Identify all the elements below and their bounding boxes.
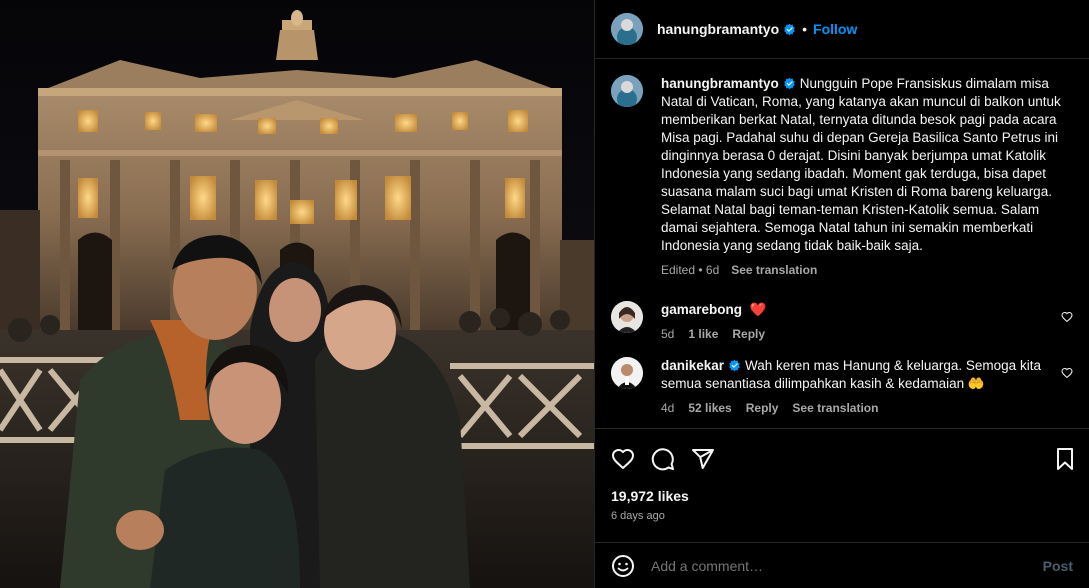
comment-icon[interactable]	[651, 447, 675, 471]
heart-icon[interactable]	[611, 447, 635, 471]
verified-badge-icon	[784, 23, 795, 35]
comment-meta: 4d 52 likes Reply See translation	[661, 401, 1049, 415]
verified-badge-icon	[729, 359, 740, 372]
reply-button[interactable]: Reply	[732, 327, 765, 341]
caption-username[interactable]: hanungbramantyo	[661, 76, 779, 91]
likes-count[interactable]: 19,972 likes	[595, 488, 1089, 508]
verified-badge-icon	[784, 77, 795, 90]
post-header: hanungbramantyo • Follow	[595, 0, 1089, 59]
caption-avatar[interactable]	[611, 75, 643, 107]
post-caption: hanungbramantyo Nungguin Pope Fransiskus …	[611, 75, 1073, 277]
emoji-icon[interactable]	[611, 554, 635, 578]
post-date[interactable]: 6 days ago	[595, 510, 1089, 526]
see-translation-button[interactable]: See translation	[792, 401, 878, 415]
comment-like-heart-icon[interactable]	[1061, 367, 1073, 379]
comment-text: ❤️	[749, 302, 767, 317]
comment-input[interactable]	[651, 557, 1043, 574]
caption-time: Edited • 6d	[661, 263, 720, 277]
comment-item: danikekar Wah keren mas Hanung & keluarga…	[611, 357, 1073, 415]
post-photo[interactable]	[0, 0, 594, 588]
post-side-panel: hanungbramantyo • Follow hanungbramantyo…	[594, 0, 1089, 588]
post-comment-button[interactable]: Post	[1043, 558, 1073, 574]
comment-meta: 5d 1 like Reply	[661, 327, 1049, 341]
caption-body: Nungguin Pope Fransiskus dimalam misa Na…	[661, 76, 1061, 253]
comment-time: 5d	[661, 327, 675, 341]
comment-likes[interactable]: 1 like	[688, 327, 718, 341]
comment-item: gamarebong ❤️ 5d 1 like Reply	[611, 301, 1073, 341]
instagram-post-modal: hanungbramantyo • Follow hanungbramantyo…	[0, 0, 1089, 588]
comment-like-heart-icon[interactable]	[1061, 311, 1073, 323]
share-icon[interactable]	[691, 447, 715, 471]
bookmark-icon[interactable]	[1053, 447, 1077, 471]
caption-text: hanungbramantyo Nungguin Pope Fransiskus …	[661, 75, 1073, 255]
commenter-avatar[interactable]	[611, 301, 643, 333]
comments-list[interactable]: hanungbramantyo Nungguin Pope Fransiskus …	[595, 59, 1089, 428]
commenter-avatar[interactable]	[611, 357, 643, 389]
comment-likes[interactable]: 52 likes	[688, 401, 731, 415]
commenter-username[interactable]: danikekar	[661, 358, 724, 373]
follow-button[interactable]: Follow	[813, 21, 857, 37]
comment-time: 4d	[661, 401, 675, 415]
commenter-username[interactable]: gamarebong	[661, 302, 742, 317]
separator-dot: •	[802, 21, 808, 37]
post-image	[0, 0, 594, 588]
see-translation-button[interactable]: See translation	[731, 263, 817, 277]
reply-button[interactable]: Reply	[746, 401, 779, 415]
author-username[interactable]: hanungbramantyo	[657, 21, 779, 37]
author-avatar[interactable]	[611, 13, 643, 45]
post-actions-bar	[595, 428, 1089, 488]
comment-composer: Post	[595, 542, 1089, 588]
caption-meta: Edited • 6d See translation	[661, 263, 1073, 277]
